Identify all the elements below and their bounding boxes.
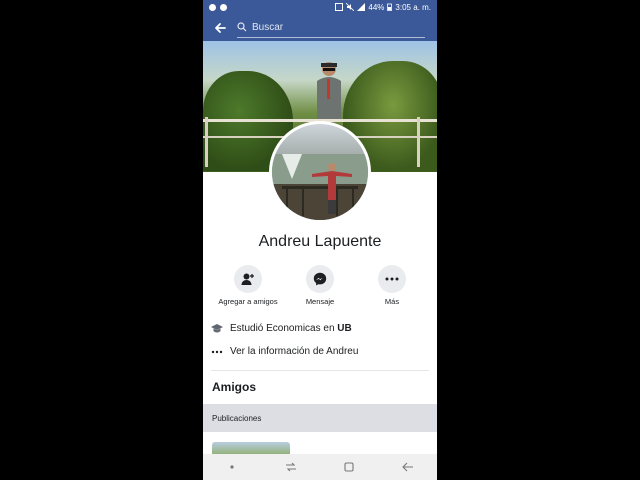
message-circle (306, 265, 334, 293)
nav-dot-button[interactable] (222, 457, 242, 477)
cover-person (317, 62, 341, 119)
more-horizontal-icon (211, 350, 223, 353)
clock: 3:05 a. m. (395, 2, 431, 12)
graduation-cap-icon (211, 323, 223, 332)
profile-actions: Agregar a amigos Mensaje Más (203, 265, 437, 310)
notification-icon (209, 3, 216, 11)
message-button[interactable]: Mensaje (285, 265, 355, 306)
see-info-row[interactable]: Ver la información de Andreu (211, 346, 431, 357)
see-info-link[interactable]: Ver la información de Andreu (230, 346, 358, 357)
more-circle (378, 265, 406, 293)
signal-icon (357, 3, 366, 11)
search-bar: Buscar (203, 14, 437, 41)
posts-header: Publicaciones (203, 404, 437, 432)
battery-icon (387, 3, 393, 11)
home-button[interactable] (339, 457, 359, 477)
search-icon (237, 22, 247, 32)
profile-photo-scene (272, 154, 368, 220)
add-friend-icon (241, 273, 254, 285)
cover-fence-post (417, 117, 420, 167)
recent-apps-button[interactable] (281, 457, 301, 477)
dot-icon (230, 465, 234, 469)
nav-back-button[interactable] (398, 457, 418, 477)
profile-picture[interactable] (269, 121, 371, 223)
more-label: Más (384, 297, 400, 306)
mute-icon (346, 3, 355, 11)
arrow-left-icon (215, 22, 226, 33)
cover-fence-post (205, 117, 208, 167)
back-arrow-icon (401, 462, 413, 472)
add-friend-button[interactable]: Agregar a amigos (213, 265, 283, 306)
nfc-icon (335, 3, 344, 11)
message-label: Mensaje (305, 297, 335, 306)
messenger-icon (313, 272, 327, 286)
add-friend-label: Agregar a amigos (218, 297, 278, 306)
phone-screen: 44% 3:05 a. m. Buscar Andreu Lapuente Ag… (203, 0, 437, 480)
android-nav-bar (203, 454, 437, 480)
more-button[interactable]: Más (357, 265, 427, 306)
education-text: Estudió Economicas en UB (230, 323, 352, 334)
education-prefix: Estudió Economicas en (230, 323, 338, 334)
search-placeholder: Buscar (252, 21, 284, 33)
add-friend-circle (234, 265, 262, 293)
search-input[interactable]: Buscar (237, 17, 425, 38)
status-left (209, 3, 227, 11)
battery-level: 44% (368, 2, 385, 12)
section-divider (211, 370, 429, 371)
education-row: Estudió Economicas en UB (211, 323, 431, 334)
back-button[interactable] (211, 19, 229, 37)
profile-name: Andreu Lapuente (258, 233, 382, 250)
friends-heading[interactable]: Amigos (212, 380, 256, 394)
spotify-icon (220, 3, 227, 11)
education-school: UB (337, 323, 352, 334)
recent-apps-icon (285, 462, 296, 472)
status-right: 44% 3:05 a. m. (335, 3, 431, 12)
home-square-icon (344, 462, 354, 472)
more-icon (385, 277, 399, 281)
status-bar: 44% 3:05 a. m. (203, 0, 437, 14)
